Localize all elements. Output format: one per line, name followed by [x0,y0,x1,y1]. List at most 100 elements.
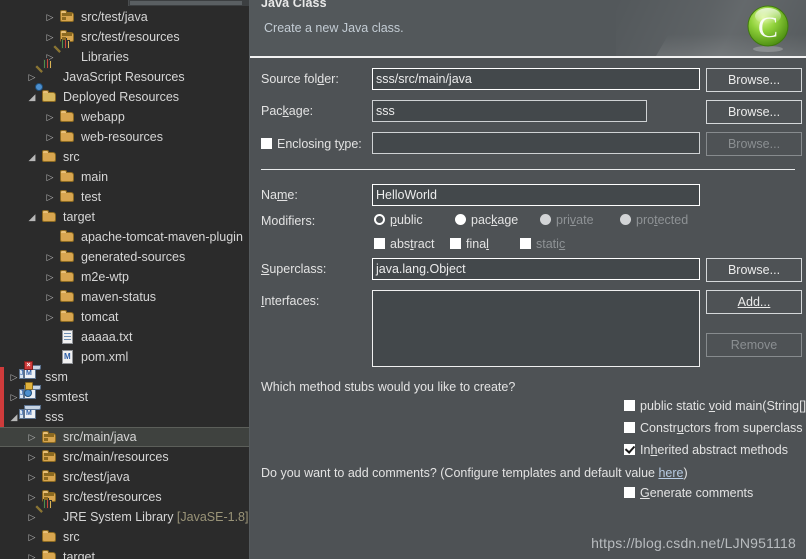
tree-item-label: apache-tomcat-maven-plugin [81,230,243,244]
tree-item-label: web-resources [81,130,163,144]
expand-arrow-closed-icon[interactable] [26,507,38,527]
tree-item-target[interactable]: target [0,547,249,559]
interfaces-add-button[interactable]: Add... [706,290,802,314]
radio-dot [374,214,385,225]
expand-arrow-closed-icon[interactable] [44,167,56,187]
method-stub-label: Inherited abstract methods [640,443,789,457]
checkbox-box [374,238,385,249]
expand-arrow-closed-icon[interactable] [26,487,38,507]
expand-arrow-closed-icon[interactable] [44,247,56,267]
folder-icon [60,110,76,124]
package-input[interactable]: sss [372,100,647,122]
configure-templates-link[interactable]: here [658,466,683,480]
tree-item-marker [0,367,4,387]
radio-dot [455,214,466,225]
superclass-browse-button[interactable]: Browse... [706,258,802,282]
project-tree[interactable]: src/test/java src/test/resources Libraries… [0,7,249,559]
tree-item-web-resources[interactable]: web-resources [0,127,249,147]
tree-item-src-test-resources[interactable]: src/test/resources [0,487,249,507]
tree-item-deployed-resources[interactable]: Deployed Resources [0,83,249,107]
tree-item-jre-system-library[interactable]: JRE System Library [JavaSE-1.8] [0,498,249,527]
expand-arrow-closed-icon[interactable] [44,107,56,127]
tree-item-tomcat[interactable]: tomcat [0,307,249,327]
tree-item-marker [0,407,4,427]
expand-arrow-closed-icon[interactable] [44,27,56,47]
tree-item-main[interactable]: main [0,167,249,187]
tree-item-src-main-java[interactable]: src/main/java [0,427,249,447]
expand-arrow-closed-icon[interactable] [26,547,38,559]
interfaces-row: Interfaces: Add... Remove [250,290,806,370]
folder-icon [60,130,76,144]
package-browse-button[interactable]: Browse... [706,100,802,124]
tree-item-label: maven-status [81,290,157,304]
folder-icon [42,550,58,559]
tree-item-maven-status[interactable]: maven-status [0,287,249,307]
tree-item-src-main-resources[interactable]: src/main/resources [0,447,249,467]
folder-icon [60,290,76,304]
expand-arrow-closed-icon[interactable] [26,467,38,487]
tree-item-aaaaa-txt[interactable]: aaaaa.txt [0,327,249,347]
tree-item-label: tomcat [81,310,119,324]
source-folder-browse-button[interactable]: Browse... [706,68,802,92]
tree-item-src-test-resources[interactable]: src/test/resources [0,27,249,47]
tree-item-label: src [63,530,80,544]
modifier-checkbox-label: abstract [390,237,435,251]
tree-item-libraries[interactable]: Libraries [0,38,249,67]
interfaces-list[interactable] [372,290,700,367]
expand-arrow-closed-icon[interactable] [44,267,56,287]
expand-arrow-closed-icon[interactable] [44,127,56,147]
scrollbar-thumb[interactable] [130,1,242,5]
tree-item-webapp[interactable]: webapp [0,107,249,127]
class-name-input[interactable]: HelloWorld [372,184,700,206]
tree-item-test[interactable]: test [0,187,249,207]
comments-question: Do you want to add comments? (Configure … [261,466,688,480]
tree-item-sss[interactable]: MJ sss [0,405,249,427]
tree-item-apache-tomcat-maven-plugin[interactable]: apache-tomcat-maven-plugin [0,227,249,247]
expand-arrow-closed-icon[interactable] [44,187,56,207]
dialog-subtitle: Create a new Java class. [264,21,404,35]
tree-item-label: test [81,190,102,204]
superclass-input[interactable]: java.lang.Object [372,258,700,280]
tree-item-generated-sources[interactable]: generated-sources [0,247,249,267]
enclosing-type-row: Enclosing type: Browse... [250,132,806,156]
expand-arrow-closed-icon[interactable] [26,527,38,547]
tree-item-ssmtest[interactable]: MJ ssmtest [0,382,249,407]
tree-item-label: target [63,550,95,559]
source-folder-input[interactable]: sss/src/main/java [372,68,700,90]
expand-arrow-closed-icon[interactable] [26,428,38,446]
expand-arrow-closed-icon[interactable] [44,7,56,27]
expand-arrow-closed-icon[interactable] [26,447,38,467]
tree-item-src[interactable]: src [0,147,249,167]
tree-item-label: ssmtest [45,390,89,404]
tree-item-pom-xml[interactable]: Mpom.xml [0,347,249,367]
tree-item-m2e-wtp[interactable]: m2e-wtp [0,267,249,287]
tree-item-src-test-java[interactable]: src/test/java [0,7,249,27]
interfaces-remove-button: Remove [706,333,802,357]
tree-item-label: main [81,170,109,184]
expand-arrow-closed-icon[interactable] [44,287,56,307]
tree-item-label: JavaScript Resources [63,70,185,84]
text-file-icon [60,330,76,344]
tree-item-label: Deployed Resources [63,90,180,104]
section-divider-1 [261,169,795,170]
expand-arrow-open-icon[interactable] [26,147,38,167]
tree-item-label: src/main/java [63,430,137,444]
enclosing-type-label: Enclosing type: [277,137,362,151]
modifier-radio-label: public [390,213,423,227]
tree-item-ssm[interactable]: MJ×ssm [0,361,249,387]
expand-arrow-open-icon[interactable] [26,207,38,227]
tree-item-src-test-java[interactable]: src/test/java [0,467,249,487]
source-folder-icon [42,470,58,484]
tree-item-label: Libraries [81,50,129,64]
explorer-scrollbar[interactable] [0,0,249,7]
tree-item-target[interactable]: target [0,207,249,227]
expand-arrow-closed-icon[interactable] [44,307,56,327]
enclosing-type-input[interactable] [372,132,700,154]
tree-item-label: aaaaa.txt [81,330,133,344]
project-icon: MJ [19,405,41,424]
library-icon [53,38,76,64]
folder-icon [60,270,76,284]
folder-icon [42,530,58,544]
deployed-resources-icon [35,83,58,104]
tree-item-src[interactable]: src [0,527,249,547]
